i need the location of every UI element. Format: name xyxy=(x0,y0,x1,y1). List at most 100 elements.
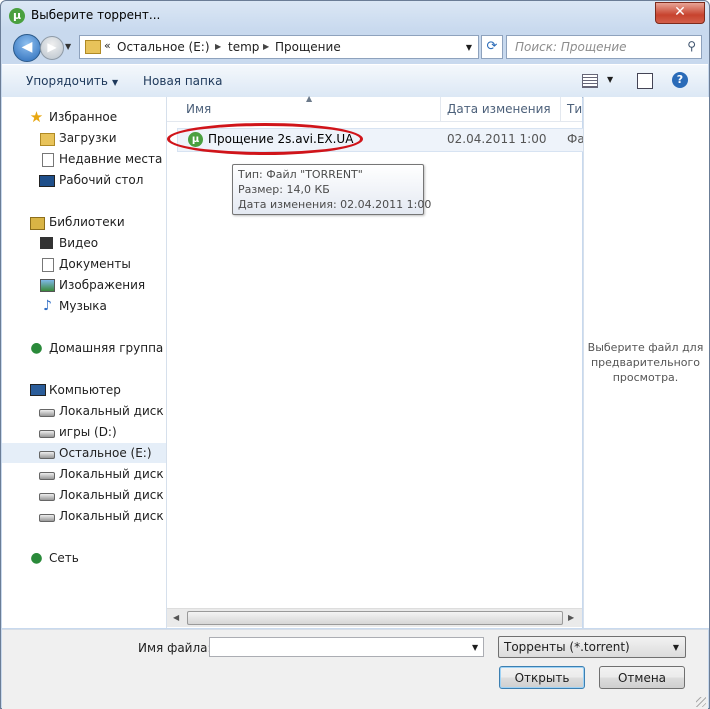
sidebar-item-network[interactable]: ● Сеть xyxy=(2,548,166,568)
address-prefix[interactable]: « xyxy=(104,39,111,52)
view-dropdown-icon[interactable]: ▼ xyxy=(607,75,613,84)
refresh-icon: ⟳ xyxy=(486,39,498,54)
organize-button[interactable]: Упорядочить ▼ xyxy=(26,74,118,88)
search-box[interactable]: Поиск: Прощение ⚲ xyxy=(506,35,702,59)
sidebar-item-label: Домашняя группа xyxy=(49,341,164,355)
open-button[interactable]: Открыть xyxy=(499,666,585,689)
sidebar-item-libraries[interactable]: Библиотеки xyxy=(2,212,166,232)
music-icon: ♪ xyxy=(43,298,52,314)
command-toolbar: Упорядочить ▼ Новая папка ▼ ? xyxy=(2,64,708,98)
sidebar-item-label: игры (D:) xyxy=(59,425,117,439)
address-bar[interactable]: « Остальное (E:) ▶ temp ▶ Прощение ▼ xyxy=(79,35,479,59)
sidebar-item-label: Музыка xyxy=(59,299,107,313)
sidebar-item-drive-e[interactable]: Остальное (E:) xyxy=(2,443,166,463)
utorrent-file-icon: µ xyxy=(188,132,203,147)
sidebar-item-recent-places[interactable]: Недавние места xyxy=(2,149,166,169)
documents-icon xyxy=(42,258,54,272)
scroll-right-icon[interactable]: ▶ xyxy=(568,613,574,622)
window-title: Выберите торрент... xyxy=(31,8,161,22)
sort-ascending-icon: ▲ xyxy=(306,94,313,103)
sidebar-item-drive-h[interactable]: Локальный диск (H xyxy=(2,485,166,505)
desktop-icon xyxy=(39,175,55,187)
filetype-select[interactable]: Торренты (*.torrent) ▼ xyxy=(498,636,686,658)
sidebar-item-downloads[interactable]: Загрузки xyxy=(2,128,166,148)
new-folder-button[interactable]: Новая папка xyxy=(143,74,222,88)
preview-pane: Выберите файл для предварительного просм… xyxy=(583,97,709,628)
filename-input[interactable] xyxy=(209,637,484,657)
chevron-right-icon[interactable]: ▶ xyxy=(263,42,269,51)
drive-icon xyxy=(39,430,55,438)
sidebar-item-favorites[interactable]: ★ Избранное xyxy=(2,107,166,127)
help-icon[interactable]: ? xyxy=(672,72,688,88)
sidebar-item-drive-d[interactable]: игры (D:) xyxy=(2,422,166,442)
sidebar-item-label: Локальный диск (H xyxy=(59,488,166,502)
horizontal-scrollbar[interactable]: ◀ ▶ xyxy=(167,608,582,627)
column-header-name[interactable]: Имя xyxy=(186,102,211,116)
tooltip-size: Размер: 14,0 КБ xyxy=(238,183,330,196)
network-icon: ● xyxy=(30,550,43,566)
pictures-icon xyxy=(40,279,55,292)
sidebar-item-label: Остальное (E:) xyxy=(59,446,152,460)
breadcrumb-current[interactable]: Прощение xyxy=(275,40,341,54)
video-icon xyxy=(40,237,53,249)
sidebar-item-label: Сеть xyxy=(49,551,79,565)
search-icon[interactable]: ⚲ xyxy=(687,39,696,53)
libraries-icon xyxy=(30,217,45,230)
drive-icon xyxy=(39,514,55,522)
filetype-value: Торренты (*.torrent) xyxy=(504,640,630,654)
filename-label: Имя файла: xyxy=(138,641,212,655)
file-open-dialog: µ Выберите торрент... ✕ ◀ ▶ ▼ « Остально… xyxy=(0,0,710,709)
sidebar-item-desktop[interactable]: Рабочий стол xyxy=(2,170,166,190)
sidebar-item-label: Избранное xyxy=(49,110,118,124)
column-header-type[interactable]: Ти xyxy=(567,102,582,116)
tooltip-modified: Дата изменения: 02.04.2011 1:00 xyxy=(238,198,432,211)
sidebar-item-computer[interactable]: Компьютер xyxy=(2,380,166,400)
sidebar-item-drive-c[interactable]: Локальный диск (C xyxy=(2,401,166,421)
history-dropdown-icon[interactable]: ▼ xyxy=(65,42,71,51)
cancel-button[interactable]: Отмена xyxy=(599,666,685,689)
computer-icon xyxy=(30,384,46,396)
search-placeholder: Поиск: Прощение xyxy=(515,40,627,54)
utorrent-icon: µ xyxy=(9,8,25,24)
column-header-date[interactable]: Дата изменения xyxy=(447,102,551,116)
sidebar-item-label: Видео xyxy=(59,236,99,250)
sidebar-item-drive-z[interactable]: Локальный диск (Z xyxy=(2,506,166,526)
sidebar-item-label: Загрузки xyxy=(59,131,117,145)
address-dropdown-icon[interactable]: ▼ xyxy=(466,43,472,52)
preview-pane-icon[interactable] xyxy=(637,73,653,89)
sidebar-item-label: Локальный диск (Z xyxy=(59,509,166,523)
sidebar-item-drive-g[interactable]: Локальный диск (G xyxy=(2,464,166,484)
resize-grip-icon[interactable] xyxy=(696,697,706,707)
breadcrumb-drive[interactable]: Остальное (E:) xyxy=(117,40,210,54)
column-divider[interactable] xyxy=(440,97,441,121)
view-options-icon[interactable] xyxy=(582,74,598,88)
sidebar-item-video[interactable]: Видео xyxy=(2,233,166,253)
sidebar-item-label: Компьютер xyxy=(49,383,121,397)
table-row[interactable]: µ Прощение 2s.avi.EX.UA 02.04.2011 1:00 … xyxy=(177,128,585,152)
sidebar-item-homegroup[interactable]: ● Домашняя группа xyxy=(2,338,166,358)
file-date: 02.04.2011 1:00 xyxy=(447,132,547,146)
file-name: Прощение 2s.avi.EX.UA xyxy=(208,132,354,146)
folder-icon xyxy=(85,40,101,54)
back-button[interactable]: ◀ xyxy=(13,34,41,62)
drive-icon xyxy=(39,451,55,459)
title-bar[interactable]: µ Выберите торрент... ✕ xyxy=(1,1,709,31)
sidebar-item-label: Изображения xyxy=(59,278,146,292)
sidebar-item-pictures[interactable]: Изображения xyxy=(2,275,166,295)
close-button[interactable]: ✕ xyxy=(655,2,705,24)
sidebar-item-label: Рабочий стол xyxy=(59,173,144,187)
forward-button[interactable]: ▶ xyxy=(40,36,64,60)
scrollbar-thumb[interactable] xyxy=(187,611,563,625)
scroll-left-icon[interactable]: ◀ xyxy=(173,613,179,622)
arrow-left-icon: ◀ xyxy=(21,39,33,55)
drive-icon xyxy=(39,493,55,501)
refresh-button[interactable]: ⟳ xyxy=(481,35,503,59)
chevron-right-icon[interactable]: ▶ xyxy=(215,42,221,51)
column-divider[interactable] xyxy=(560,97,561,121)
sidebar-item-documents[interactable]: Документы xyxy=(2,254,166,274)
filename-dropdown-icon[interactable]: ▼ xyxy=(472,643,478,652)
tooltip-type: Тип: Файл "TORRENT" xyxy=(238,168,363,181)
breadcrumb-temp[interactable]: temp xyxy=(228,40,259,54)
sidebar-item-music[interactable]: ♪ Музыка xyxy=(2,296,166,316)
arrow-right-icon: ▶ xyxy=(47,40,57,54)
